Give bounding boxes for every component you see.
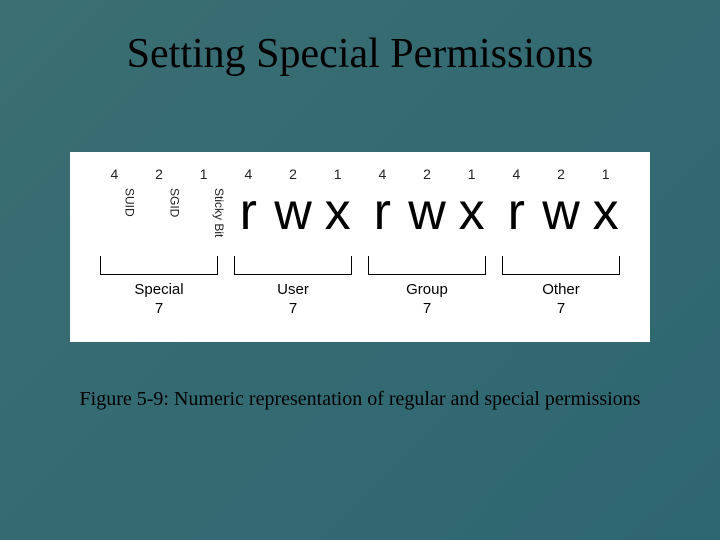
perm-glyph: r	[360, 186, 405, 238]
perm-glyph: w	[405, 186, 450, 238]
group-group: 4 2 1 r w x Group 7	[360, 166, 494, 332]
bit-value: 1	[449, 166, 494, 184]
group-bracket	[234, 256, 352, 275]
bit-value: 4	[360, 166, 405, 184]
bit-value: 1	[315, 166, 360, 184]
bit-value: 2	[271, 166, 316, 184]
perm-glyph: x	[315, 186, 360, 238]
group-name: User	[226, 281, 360, 298]
group-bracket	[368, 256, 486, 275]
perm-glyph: x	[449, 186, 494, 238]
special-bit-label: SUID	[92, 186, 137, 217]
group-octal: 7	[92, 300, 226, 317]
group-name: Special	[92, 281, 226, 298]
perm-glyph: w	[539, 186, 584, 238]
special-bit-label: Sticky Bit	[181, 186, 226, 237]
group-octal: 7	[494, 300, 628, 317]
bit-value: 4	[494, 166, 539, 184]
group-other: 4 2 1 r w x Other 7	[494, 166, 628, 332]
bit-value: 2	[137, 166, 182, 184]
permissions-diagram: 4 2 1 SUID SGID Sticky Bit Special 7 4 2…	[70, 152, 650, 342]
group-octal: 7	[226, 300, 360, 317]
group-special: 4 2 1 SUID SGID Sticky Bit Special 7	[92, 166, 226, 332]
slide-title: Setting Special Permissions	[0, 30, 720, 78]
bit-value: 4	[92, 166, 137, 184]
group-bracket	[502, 256, 620, 275]
figure-caption: Figure 5-9: Numeric representation of re…	[0, 388, 720, 411]
perm-glyph: w	[271, 186, 316, 238]
group-octal: 7	[360, 300, 494, 317]
perm-glyph: r	[494, 186, 539, 238]
group-user: 4 2 1 r w x User 7	[226, 166, 360, 332]
perm-glyph: r	[226, 186, 271, 238]
special-bit-label: SGID	[137, 186, 182, 217]
bit-value: 1	[181, 166, 226, 184]
group-name: Other	[494, 281, 628, 298]
bit-value: 2	[539, 166, 584, 184]
group-bracket	[100, 256, 218, 275]
bit-value: 4	[226, 166, 271, 184]
perm-glyph: x	[583, 186, 628, 238]
bit-value: 2	[405, 166, 450, 184]
bit-value: 1	[583, 166, 628, 184]
group-name: Group	[360, 281, 494, 298]
